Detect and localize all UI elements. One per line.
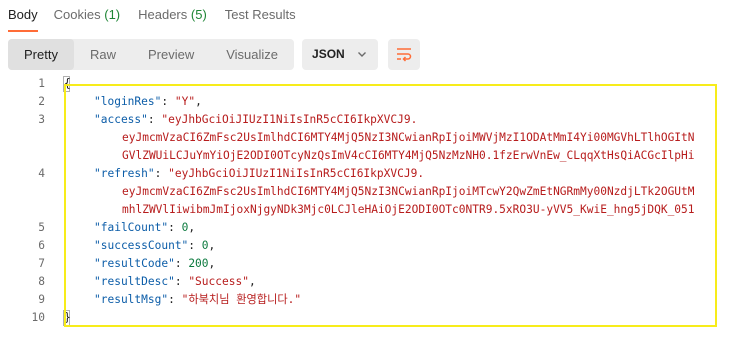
line-number: 10 bbox=[31, 311, 45, 324]
code-line-2: "loginRes": "Y", bbox=[94, 95, 202, 108]
line-number: 2 bbox=[38, 95, 45, 108]
format-select[interactable]: JSON bbox=[302, 38, 379, 70]
line-number: 6 bbox=[38, 239, 45, 252]
line-number: 8 bbox=[38, 275, 45, 288]
json-key: "failCount" bbox=[94, 221, 169, 234]
line-number: 4 bbox=[38, 167, 45, 180]
tab-headers-count: (5) bbox=[190, 7, 207, 22]
tab-body-label: Body bbox=[8, 7, 38, 22]
json-key: "access" bbox=[94, 113, 148, 126]
json-key: "resultMsg" bbox=[94, 293, 169, 306]
json-key: "loginRes" bbox=[94, 95, 162, 108]
tab-test-results-label: Test Results bbox=[224, 7, 296, 22]
wrap-lines-button[interactable] bbox=[388, 38, 421, 70]
json-key: "resultDesc" bbox=[94, 275, 175, 288]
view-raw-button[interactable]: Raw bbox=[74, 39, 132, 70]
code-line-3-wrap: GVlZWUiLCJuYmYiOjE2ODI0OTcyNzQsImV4cCI6M… bbox=[122, 149, 695, 162]
code-line-8: "resultDesc": "Success", bbox=[94, 275, 256, 288]
chevron-down-icon bbox=[358, 52, 367, 57]
code-line-1: { bbox=[64, 75, 71, 93]
code-line-3-wrap: eyJmcmVzaCI6ZmFsc2UsImlhdCI6MTY4MjQ5NzI3… bbox=[122, 131, 695, 144]
json-string-value: "eyJhbGciOiJIUzI1NiIsInR5cCI6IkpXVCJ9. bbox=[161, 113, 418, 126]
tab-headers[interactable]: Headers (5) bbox=[130, 0, 215, 32]
line-number: 5 bbox=[38, 221, 45, 234]
view-visualize-button[interactable]: Visualize bbox=[210, 39, 294, 70]
tab-cookies[interactable]: Cookies (1) bbox=[46, 0, 128, 32]
json-number-value: 200 bbox=[188, 257, 209, 270]
line-number: 9 bbox=[38, 293, 45, 306]
tab-cookies-count: (1) bbox=[104, 7, 121, 22]
response-body-viewer[interactable]: 1 2 3 4 5 6 7 8 9 10 { "loginRes": "Y", … bbox=[0, 74, 734, 351]
json-key: "successCount" bbox=[94, 239, 189, 252]
code-line-5: "failCount": 0, bbox=[94, 221, 196, 234]
tab-body[interactable]: Body bbox=[0, 0, 46, 32]
view-mode-group: Pretty Raw Preview Visualize bbox=[8, 38, 295, 70]
open-brace: { bbox=[64, 77, 71, 90]
close-brace: } bbox=[64, 311, 71, 324]
json-number-value: 0 bbox=[201, 239, 209, 252]
json-string-value: "Success" bbox=[188, 275, 249, 288]
tab-headers-label: Headers bbox=[138, 7, 188, 22]
json-string-value: "하북치님 환영합니다." bbox=[181, 293, 302, 306]
view-pretty-button[interactable]: Pretty bbox=[8, 38, 74, 70]
code-line-9: "resultMsg": "하북치님 환영합니다." bbox=[94, 293, 302, 306]
json-string-value: "Y" bbox=[174, 95, 196, 108]
wrap-lines-icon bbox=[397, 48, 412, 62]
view-preview-button[interactable]: Preview bbox=[132, 39, 210, 70]
line-number: 1 bbox=[38, 77, 45, 90]
code-line-4-wrap: mhlZWVlIiwibmJmIjoxNjgyNDk3Mjc0LCJleHAiO… bbox=[122, 203, 695, 216]
tab-test-results[interactable]: Test Results bbox=[217, 0, 304, 32]
response-toolbar: Pretty Raw Preview Visualize JSON bbox=[8, 38, 421, 70]
line-number: 3 bbox=[38, 113, 45, 126]
code-line-6: "successCount": 0, bbox=[94, 239, 216, 252]
json-key: "refresh" bbox=[94, 167, 155, 180]
response-tabs: Body Cookies (1) Headers (5) Test Result… bbox=[0, 0, 304, 32]
code-line-4: "refresh": "eyJhbGciOiJIUzI1NiIsInR5cCI6… bbox=[94, 167, 425, 180]
code-line-4-wrap: eyJmcmVzaCI6ZmFsc2UsImlhdCI6MTY4MjQ5NzI3… bbox=[122, 185, 695, 198]
tab-cookies-label: Cookies bbox=[53, 7, 101, 22]
code-line-10: } bbox=[64, 309, 71, 327]
format-select-value: JSON bbox=[312, 47, 345, 61]
code-line-3: "access": "eyJhbGciOiJIUzI1NiIsInR5cCI6I… bbox=[94, 113, 418, 126]
line-number: 7 bbox=[38, 257, 45, 270]
json-string-value: "eyJhbGciOiJIUzI1NiIsInR5cCI6IkpXVCJ9. bbox=[168, 167, 425, 180]
code-line-7: "resultCode": 200, bbox=[94, 257, 216, 270]
json-key: "resultCode" bbox=[94, 257, 175, 270]
